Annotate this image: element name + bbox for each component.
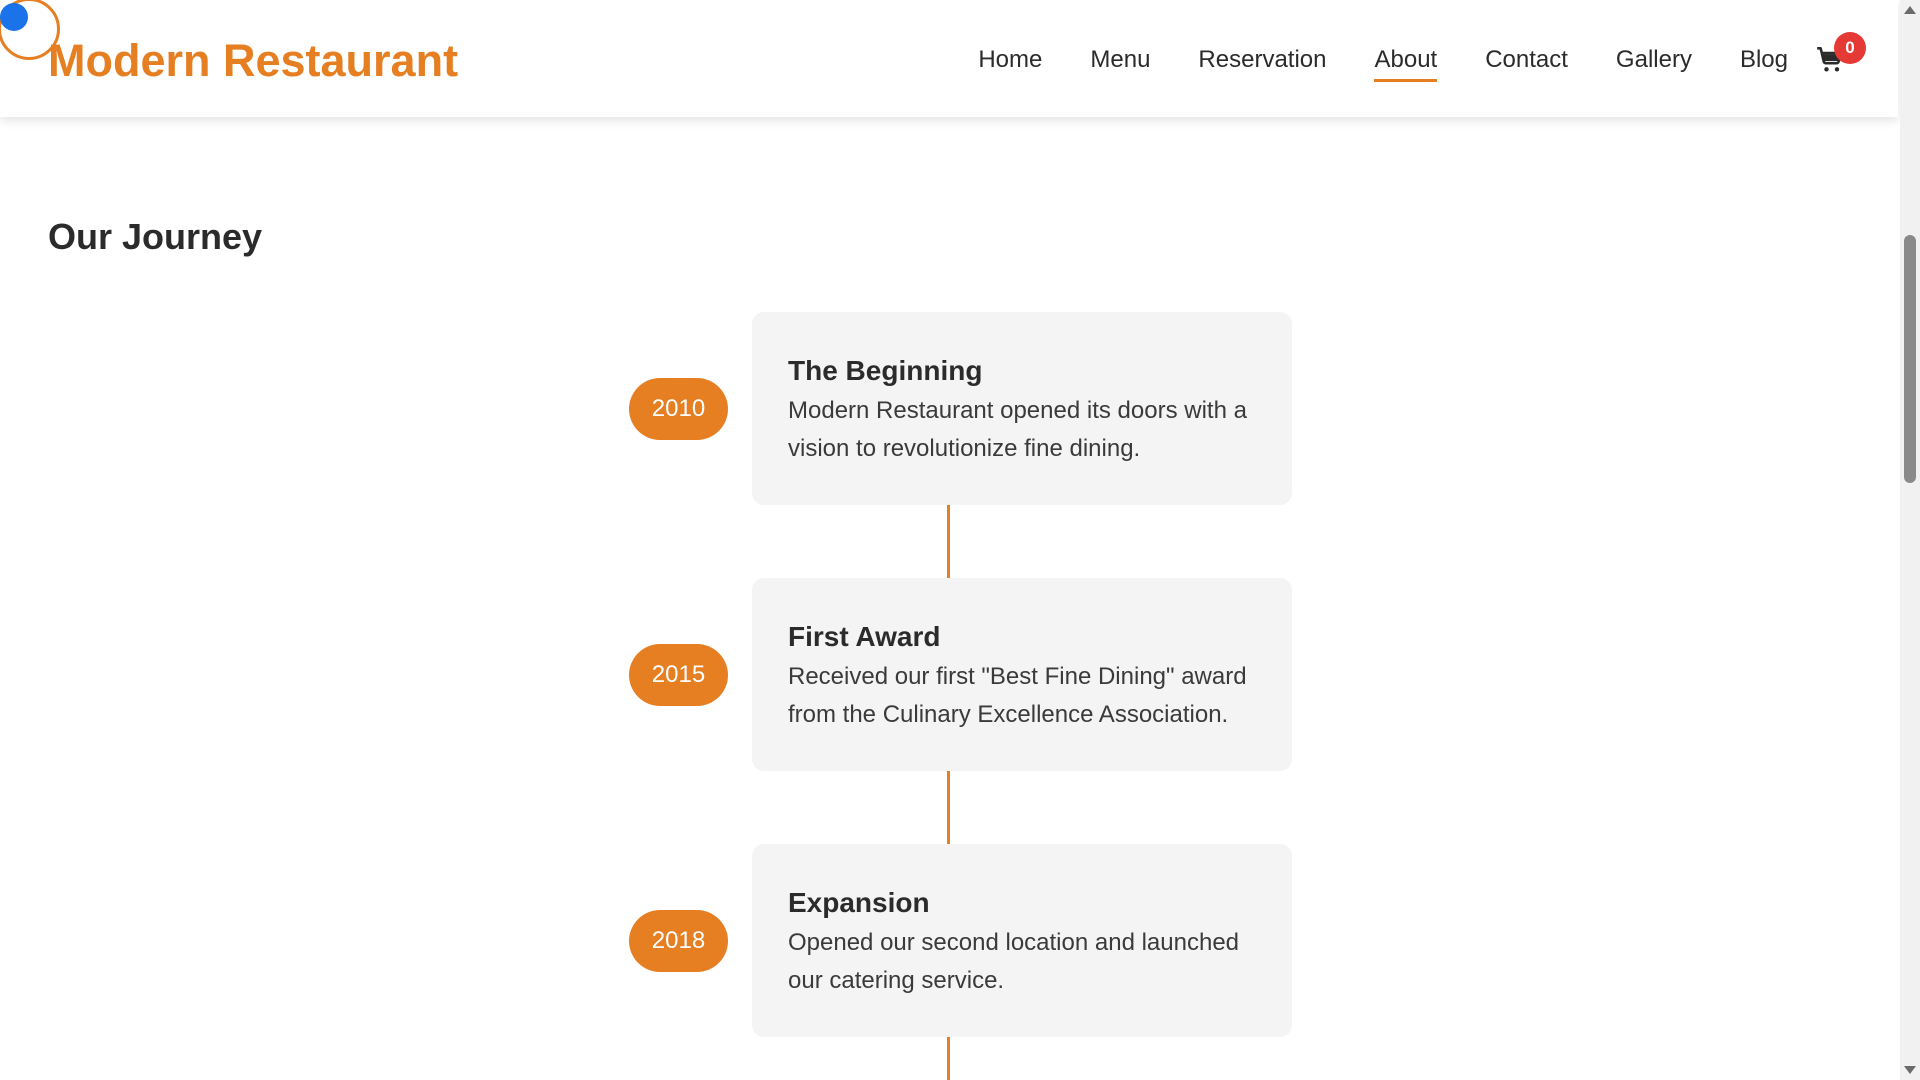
nav-home[interactable]: Home — [978, 40, 1042, 80]
cart-count-badge: 0 — [1834, 32, 1866, 64]
timeline-card-description: Modern Restaurant opened its doors with … — [788, 397, 1247, 462]
year-badge: 2018 — [629, 910, 728, 972]
timeline-card: Expansion Opened our second location and… — [752, 844, 1292, 1037]
timeline-card-description: Received our first "Best Fine Dining" aw… — [788, 663, 1247, 728]
timeline-card-description: Opened our second location and launched … — [788, 929, 1240, 994]
year-badge: 2015 — [629, 644, 728, 706]
nav-gallery[interactable]: Gallery — [1616, 40, 1692, 80]
cart-button[interactable]: 0 — [1812, 32, 1866, 80]
year-badge: 2010 — [629, 378, 728, 440]
page: Modern Restaurant Home Menu Reservation … — [0, 0, 1920, 1080]
timeline-item: 2010 The Beginning Modern Restaurant ope… — [0, 312, 1920, 505]
nav-menu[interactable]: Menu — [1090, 40, 1150, 80]
timeline-card: The Beginning Modern Restaurant opened i… — [752, 312, 1292, 505]
site-logo[interactable]: Modern Restaurant — [48, 34, 458, 88]
scroll-down-arrow-icon[interactable] — [1904, 1066, 1916, 1074]
nav-contact[interactable]: Contact — [1485, 40, 1568, 80]
timeline-item: 2015 First Award Received our first "Bes… — [0, 578, 1920, 771]
page-scrollbar[interactable] — [1900, 0, 1920, 1080]
timeline-card-title: Expansion — [788, 887, 930, 918]
cursor-dot-indicator — [0, 3, 28, 31]
timeline-card: First Award Received our first "Best Fin… — [752, 578, 1292, 771]
nav-reservation[interactable]: Reservation — [1198, 40, 1326, 80]
nav-blog[interactable]: Blog — [1740, 40, 1788, 80]
timeline-card-title: The Beginning — [788, 355, 983, 386]
main-nav: Home Menu Reservation About Contact Gall… — [978, 40, 1788, 82]
site-header: Modern Restaurant Home Menu Reservation … — [0, 0, 1898, 117]
scroll-up-arrow-icon[interactable] — [1904, 6, 1916, 14]
scroll-thumb[interactable] — [1904, 235, 1916, 483]
section-title: Our Journey — [48, 216, 263, 257]
timeline-item: 2018 Expansion Opened our second locatio… — [0, 844, 1920, 1037]
timeline-card-title: First Award — [788, 621, 941, 652]
nav-about[interactable]: About — [1374, 40, 1437, 82]
